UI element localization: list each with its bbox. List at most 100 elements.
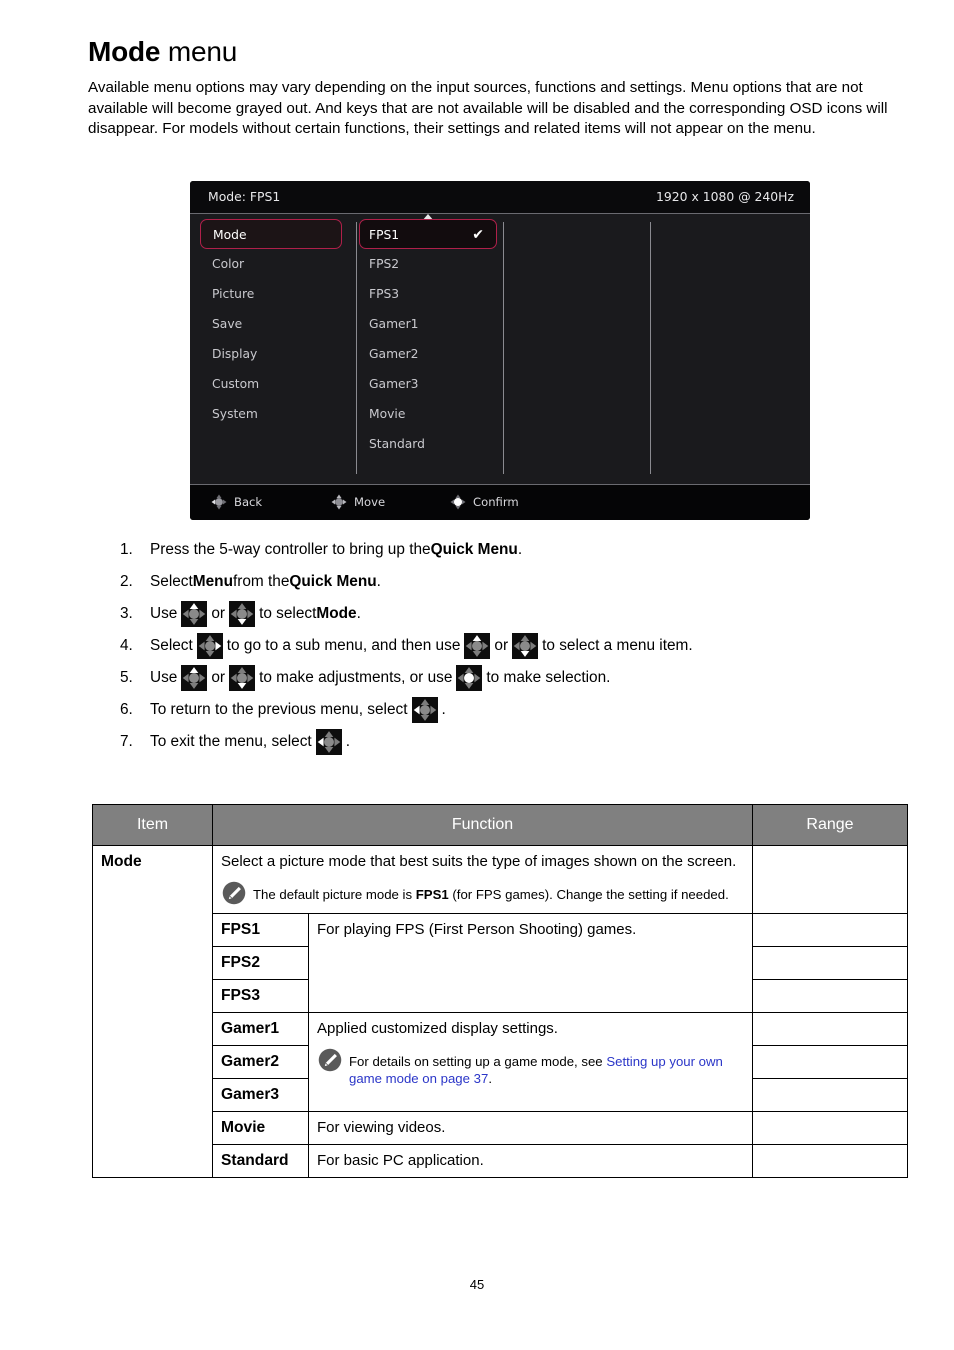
step-emphasis: Quick Menu bbox=[289, 573, 377, 590]
step-text-fragment: . bbox=[376, 573, 381, 590]
table-cell-range bbox=[752, 845, 908, 914]
controller-up-icon bbox=[464, 633, 491, 659]
table-header-item: Item bbox=[92, 804, 213, 846]
row-function-text: Applied customized display settings. bbox=[317, 1020, 558, 1037]
table-cell-sub-movie: Movie bbox=[212, 1111, 309, 1145]
step-text-fragment: or bbox=[211, 605, 226, 622]
step-emphasis: Menu bbox=[192, 573, 233, 590]
osd-menu-item-custom[interactable]: Custom bbox=[190, 369, 356, 399]
osd-submenu-item-fps1[interactable]: FPS1 ✔ bbox=[359, 219, 497, 249]
instruction-steps: 1. Press the 5-way controller to bring up… bbox=[120, 537, 910, 761]
osd-submenu-item-label: Gamer3 bbox=[369, 377, 419, 391]
table-header-function: Function bbox=[212, 804, 753, 846]
table-header-row: Item Function Range bbox=[92, 804, 908, 846]
step-number: 4. bbox=[120, 637, 133, 654]
step-text-fragment: Select bbox=[150, 573, 193, 590]
checkmark-icon: ✔ bbox=[472, 227, 484, 243]
controller-down-icon bbox=[512, 633, 539, 659]
osd-menu-item-mode[interactable]: Mode bbox=[200, 219, 342, 249]
osd-submenu-item-gamer2[interactable]: Gamer2 bbox=[357, 339, 503, 369]
step-emphasis: Mode bbox=[316, 605, 357, 622]
table-row: FPS1 For playing FPS (First Person Shooti… bbox=[93, 913, 908, 1013]
osd-menu-item-label: Custom bbox=[212, 377, 260, 391]
osd-menu-item-label: Color bbox=[212, 257, 245, 271]
table-cell-range bbox=[752, 1111, 908, 1145]
osd-divider-2 bbox=[503, 222, 504, 474]
gamer-note-text: For details on setting up a game mode, s… bbox=[349, 1054, 723, 1086]
page-title-light: menu bbox=[160, 36, 238, 67]
table-cell-sub-gamer1: Gamer1 bbox=[212, 1012, 309, 1046]
table-row: Movie For viewing videos. bbox=[93, 1111, 908, 1145]
instruction-step: 7. To exit the menu, select . bbox=[120, 729, 910, 755]
table-cell-sub-fps1: FPS1 bbox=[212, 913, 309, 947]
mode-note-text: The default picture mode is FPS1 (for FP… bbox=[253, 887, 729, 902]
instruction-step: 6. To return to the previous menu, select… bbox=[120, 697, 910, 723]
controller-up-icon bbox=[181, 601, 208, 627]
osd-submenu-item-movie[interactable]: Movie bbox=[357, 399, 503, 429]
controller-move-icon bbox=[330, 493, 348, 511]
osd-submenu-item-label: FPS1 bbox=[369, 228, 400, 242]
step-text-fragment: to go to a sub menu, and then use bbox=[226, 637, 461, 654]
gamer-note-link[interactable]: Setting up your own game mode on page 37 bbox=[349, 1054, 723, 1086]
table-cell-function: Applied customized display settings. For … bbox=[308, 1012, 753, 1112]
osd-footer: Back Move Confirm bbox=[190, 484, 810, 520]
table-cell-function: For playing FPS (First Person Shooting) … bbox=[308, 913, 753, 1013]
osd-menu-item-display[interactable]: Display bbox=[190, 339, 356, 369]
step-number: 6. bbox=[120, 701, 133, 718]
table-cell-function: For basic PC application. bbox=[308, 1144, 753, 1178]
table-body: Mode Select a picture mode that best suit… bbox=[92, 845, 908, 1178]
step-number: 1. bbox=[120, 541, 133, 558]
step-emphasis: Quick Menu bbox=[430, 541, 518, 558]
table-cell-sub-fps2: FPS2 bbox=[212, 946, 309, 980]
table-cell-sub-gamer2: Gamer2 bbox=[212, 1045, 309, 1079]
step-number: 7. bbox=[120, 733, 133, 750]
controller-left-icon bbox=[315, 729, 342, 755]
osd-menu-item-label: System bbox=[212, 407, 258, 421]
osd-menu-item-picture[interactable]: Picture bbox=[190, 279, 356, 309]
osd-menu-item-save[interactable]: Save bbox=[190, 309, 356, 339]
step-text-fragment: or bbox=[494, 637, 509, 654]
note-pencil-icon bbox=[221, 880, 247, 906]
step-text-fragment: or bbox=[211, 669, 226, 686]
intro-paragraph: Available menu options may vary dependin… bbox=[88, 79, 888, 137]
step-text-fragment: . bbox=[345, 733, 350, 750]
step-text-fragment: . bbox=[356, 605, 361, 622]
osd-submenu-item-label: FPS2 bbox=[369, 257, 400, 271]
osd-footer-move-label: Move bbox=[354, 495, 386, 509]
osd-submenu-item-gamer1[interactable]: Gamer1 bbox=[357, 309, 503, 339]
osd-menu-item-system[interactable]: System bbox=[190, 399, 356, 429]
table-cell-sub-standard: Standard bbox=[212, 1144, 309, 1178]
row-function-text: For basic PC application. bbox=[317, 1152, 484, 1169]
controller-down-icon bbox=[229, 601, 256, 627]
osd-submenu-item-label: FPS3 bbox=[369, 287, 400, 301]
step-text-fragment: to make selection. bbox=[486, 669, 611, 686]
step-text: Use or to make adjustments, or use to ma… bbox=[150, 665, 610, 691]
table-cell-range bbox=[752, 1012, 908, 1046]
osd-submenu-item-label: Movie bbox=[369, 407, 406, 421]
osd-submenu-item-fps3[interactable]: FPS3 bbox=[357, 279, 503, 309]
step-text: Select Menu from the Quick Menu. bbox=[150, 573, 381, 591]
osd-submenu-item-fps2[interactable]: FPS2 bbox=[357, 249, 503, 279]
instruction-step: 3. Use or to select Mode. bbox=[120, 601, 910, 627]
page-title: Mode menu bbox=[88, 36, 237, 68]
controller-up-icon bbox=[181, 665, 208, 691]
step-text-fragment: Select bbox=[150, 637, 193, 654]
osd-submenu-column: FPS1 ✔ FPS2 FPS3 Gamer1 Gamer2 Gamer3 Movie Stan… bbox=[357, 214, 503, 459]
osd-submenu-item-gamer3[interactable]: Gamer3 bbox=[357, 369, 503, 399]
controller-center-icon bbox=[456, 665, 483, 691]
table-cell-range bbox=[752, 979, 908, 1013]
step-text-fragment: Use bbox=[150, 605, 178, 622]
osd-footer-confirm-label: Confirm bbox=[473, 495, 519, 509]
step-text: Press the 5-way controller to bring up t… bbox=[150, 541, 522, 559]
note-pencil-icon bbox=[317, 1047, 343, 1073]
step-text-fragment: from the bbox=[232, 573, 290, 590]
osd-menu-item-color[interactable]: Color bbox=[190, 249, 356, 279]
mode-description: Select a picture mode that best suits th… bbox=[221, 853, 737, 870]
osd-footer-back-label: Back bbox=[234, 495, 263, 509]
controller-left-icon bbox=[210, 493, 228, 511]
osd-submenu-item-standard[interactable]: Standard bbox=[357, 429, 503, 459]
step-text-fragment: To exit the menu, select bbox=[150, 733, 312, 750]
osd-submenu-item-label: Standard bbox=[369, 437, 425, 451]
instruction-step: 5. Use or to make adjustments, or use to … bbox=[120, 665, 910, 691]
step-text: Use or to select Mode. bbox=[150, 601, 361, 627]
